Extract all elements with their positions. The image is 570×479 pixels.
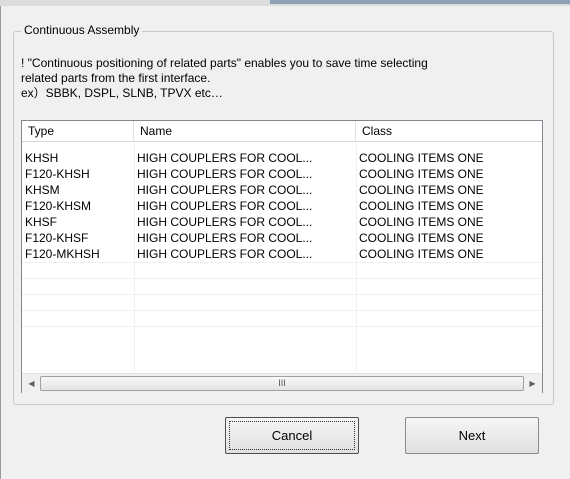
empty-row-line: [22, 326, 542, 327]
empty-row-line: [22, 310, 542, 311]
cell-name: HIGH COUPLERS FOR COOL...: [137, 199, 313, 213]
scroll-right-icon[interactable]: ▶: [524, 375, 541, 392]
empty-row-line: [22, 278, 542, 279]
column-header-name[interactable]: Name: [134, 121, 356, 142]
table-row[interactable]: KHSF HIGH COUPLERS FOR COOL... COOLING ITE…: [22, 214, 542, 230]
column-header-type[interactable]: Type: [22, 121, 134, 142]
cell-class: COOLING ITEMS ONE: [359, 215, 484, 229]
cell-name: HIGH COUPLERS FOR COOL...: [137, 215, 313, 229]
table-row[interactable]: F120-KHSF HIGH COUPLERS FOR COOL... COOLIN…: [22, 230, 542, 246]
table-row[interactable]: F120-MKHSH HIGH COUPLERS FOR COOL... COOLI…: [22, 246, 542, 262]
cell-type: KHSF: [25, 215, 58, 229]
parts-list[interactable]: Type Name Class KHSH HIGH COUPLERS FOR CO…: [21, 120, 543, 393]
description-line-3: ex）SBBK, DSPL, SLNB, TPVX etc…: [21, 86, 223, 100]
description-line-1: ! "Continuous positioning of related par…: [21, 56, 428, 70]
cancel-button[interactable]: Cancel: [225, 417, 359, 454]
empty-row-line: [22, 294, 542, 295]
scroll-thumb[interactable]: III: [40, 376, 524, 391]
cell-type: KHSM: [25, 183, 60, 197]
cell-class: COOLING ITEMS ONE: [359, 151, 484, 165]
cell-type: F120-MKHSH: [25, 247, 100, 261]
title-highlight: [270, 0, 570, 4]
description-line-2: related parts from the first interface.: [21, 71, 211, 85]
cell-class: COOLING ITEMS ONE: [359, 247, 484, 261]
cell-class: COOLING ITEMS ONE: [359, 167, 484, 181]
scroll-grip-icon: III: [278, 378, 286, 388]
cell-type: F120-KHSH: [25, 167, 90, 181]
cell-name: HIGH COUPLERS FOR COOL...: [137, 183, 313, 197]
table-row[interactable]: F120-KHSH HIGH COUPLERS FOR COOL... COOLIN…: [22, 166, 542, 182]
list-header: Type Name Class: [22, 121, 542, 143]
next-button-label: Next: [458, 428, 486, 443]
cell-type: F120-KHSM: [25, 199, 92, 213]
cell-class: COOLING ITEMS ONE: [359, 231, 484, 245]
horizontal-scrollbar[interactable]: ◀ III ▶: [22, 373, 542, 393]
cell-type: KHSH: [25, 151, 59, 165]
cell-type: F120-KHSF: [25, 231, 89, 245]
cancel-button-label: Cancel: [271, 428, 313, 443]
table-row[interactable]: F120-KHSM HIGH COUPLERS FOR COOL... COOLIN…: [22, 198, 542, 214]
cell-name: HIGH COUPLERS FOR COOL...: [137, 167, 313, 181]
table-row[interactable]: KHSM HIGH COUPLERS FOR COOL... COOLING ITE…: [22, 182, 542, 198]
column-header-class[interactable]: Class: [356, 121, 542, 142]
scroll-left-icon[interactable]: ◀: [23, 375, 40, 392]
cell-class: COOLING ITEMS ONE: [359, 183, 484, 197]
cell-class: COOLING ITEMS ONE: [359, 199, 484, 213]
cell-name: HIGH COUPLERS FOR COOL...: [137, 151, 313, 165]
window-left-edge: [0, 6, 1, 479]
description: ! "Continuous positioning of related par…: [21, 56, 546, 101]
group-title: Continuous Assembly: [21, 22, 143, 38]
window-top-strip: [0, 0, 570, 6]
list-rows: KHSH HIGH COUPLERS FOR COOL... COOLING ITE…: [22, 150, 542, 262]
table-row[interactable]: KHSH HIGH COUPLERS FOR COOL... COOLING ITE…: [22, 150, 542, 166]
empty-row-line: [22, 262, 542, 263]
cell-name: HIGH COUPLERS FOR COOL...: [137, 247, 313, 261]
cell-name: HIGH COUPLERS FOR COOL...: [137, 231, 313, 245]
next-button[interactable]: Next: [405, 417, 539, 454]
